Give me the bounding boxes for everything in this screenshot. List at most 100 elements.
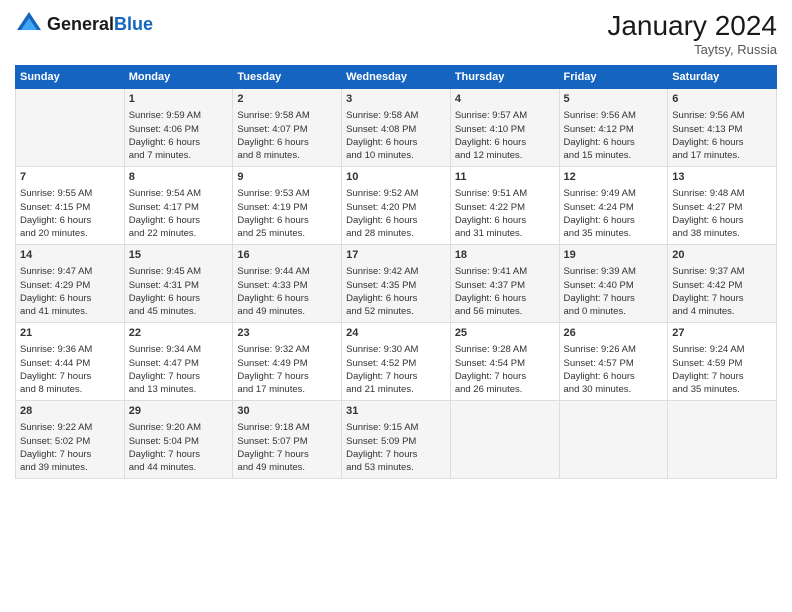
calendar-cell: 22Sunrise: 9:34 AMSunset: 4:47 PMDayligh… [124,323,233,401]
calendar-cell: 23Sunrise: 9:32 AMSunset: 4:49 PMDayligh… [233,323,342,401]
calendar-cell: 19Sunrise: 9:39 AMSunset: 4:40 PMDayligh… [559,245,668,323]
day-number: 11 [455,170,555,185]
day-info: Sunset: 4:52 PM [346,357,446,370]
day-info: Sunset: 4:24 PM [564,201,664,214]
day-number: 26 [564,326,664,341]
location: Taytsy, Russia [607,42,777,57]
calendar-cell: 1Sunrise: 9:59 AMSunset: 4:06 PMDaylight… [124,89,233,167]
day-info: Daylight: 7 hours [346,370,446,383]
day-number: 3 [346,92,446,107]
day-info: Sunset: 4:08 PM [346,123,446,136]
calendar-cell: 21Sunrise: 9:36 AMSunset: 4:44 PMDayligh… [16,323,125,401]
calendar-cell: 8Sunrise: 9:54 AMSunset: 4:17 PMDaylight… [124,167,233,245]
day-info: Sunset: 4:20 PM [346,201,446,214]
day-info: Daylight: 7 hours [20,448,120,461]
day-info: Sunrise: 9:26 AM [564,343,664,356]
day-info: Sunset: 4:19 PM [237,201,337,214]
day-info: and 28 minutes. [346,227,446,240]
calendar-cell: 10Sunrise: 9:52 AMSunset: 4:20 PMDayligh… [342,167,451,245]
col-thursday: Thursday [450,66,559,89]
day-number: 21 [20,326,120,341]
day-info: Sunrise: 9:58 AM [346,109,446,122]
day-number: 14 [20,248,120,263]
day-number: 4 [455,92,555,107]
day-info: Sunrise: 9:48 AM [672,187,772,200]
day-info: Sunset: 4:29 PM [20,279,120,292]
day-number: 29 [129,404,229,419]
day-info: Sunrise: 9:36 AM [20,343,120,356]
day-number: 13 [672,170,772,185]
day-number: 24 [346,326,446,341]
day-number: 2 [237,92,337,107]
day-info: Daylight: 7 hours [129,448,229,461]
day-info: and 53 minutes. [346,461,446,474]
calendar-cell: 7Sunrise: 9:55 AMSunset: 4:15 PMDaylight… [16,167,125,245]
calendar-cell: 30Sunrise: 9:18 AMSunset: 5:07 PMDayligh… [233,401,342,479]
calendar-cell: 15Sunrise: 9:45 AMSunset: 4:31 PMDayligh… [124,245,233,323]
calendar-cell: 26Sunrise: 9:26 AMSunset: 4:57 PMDayligh… [559,323,668,401]
day-number: 22 [129,326,229,341]
day-info: Sunrise: 9:18 AM [237,421,337,434]
day-info: and 21 minutes. [346,383,446,396]
day-info: Sunrise: 9:37 AM [672,265,772,278]
day-info: Sunrise: 9:24 AM [672,343,772,356]
col-wednesday: Wednesday [342,66,451,89]
day-number: 6 [672,92,772,107]
day-info: Sunrise: 9:49 AM [564,187,664,200]
day-info: Daylight: 6 hours [237,136,337,149]
day-info: and 8 minutes. [20,383,120,396]
month-title: January 2024 [607,10,777,42]
day-info: Daylight: 7 hours [237,448,337,461]
day-number: 16 [237,248,337,263]
day-number: 27 [672,326,772,341]
day-info: Sunrise: 9:42 AM [346,265,446,278]
day-info: and 31 minutes. [455,227,555,240]
day-info: and 30 minutes. [564,383,664,396]
day-number: 10 [346,170,446,185]
day-info: and 25 minutes. [237,227,337,240]
logo-blue-text: Blue [114,14,153,34]
calendar-cell: 16Sunrise: 9:44 AMSunset: 4:33 PMDayligh… [233,245,342,323]
day-info: Sunrise: 9:41 AM [455,265,555,278]
day-info: Daylight: 7 hours [129,370,229,383]
day-info: and 38 minutes. [672,227,772,240]
day-info: Sunset: 5:04 PM [129,435,229,448]
day-info: and 8 minutes. [237,149,337,162]
day-info: and 17 minutes. [237,383,337,396]
calendar-cell: 31Sunrise: 9:15 AMSunset: 5:09 PMDayligh… [342,401,451,479]
day-info: Sunrise: 9:54 AM [129,187,229,200]
day-info: and 41 minutes. [20,305,120,318]
day-info: Daylight: 6 hours [346,214,446,227]
day-info: Daylight: 6 hours [346,292,446,305]
day-info: and 13 minutes. [129,383,229,396]
day-info: Sunrise: 9:51 AM [455,187,555,200]
day-number: 19 [564,248,664,263]
col-saturday: Saturday [668,66,777,89]
day-info: and 20 minutes. [20,227,120,240]
day-info: Sunrise: 9:59 AM [129,109,229,122]
day-info: Sunrise: 9:30 AM [346,343,446,356]
calendar-cell: 25Sunrise: 9:28 AMSunset: 4:54 PMDayligh… [450,323,559,401]
calendar-cell [450,401,559,479]
logo-wordmark: GeneralBlue [47,15,153,33]
day-number: 15 [129,248,229,263]
day-info: Sunset: 4:17 PM [129,201,229,214]
calendar-cell: 3 Sunrise: 9:58 AMSunset: 4:08 PMDaylight… [342,89,451,167]
calendar-cell: 13Sunrise: 9:48 AMSunset: 4:27 PMDayligh… [668,167,777,245]
day-info: and 35 minutes. [564,227,664,240]
day-info: Sunset: 4:31 PM [129,279,229,292]
header: GeneralBlue January 2024 Taytsy, Russia [15,10,777,57]
day-info: Daylight: 6 hours [346,136,446,149]
day-info: Sunrise: 9:34 AM [129,343,229,356]
day-info: Sunrise: 9:53 AM [237,187,337,200]
day-info: Sunset: 4:44 PM [20,357,120,370]
calendar-cell: 18Sunrise: 9:41 AMSunset: 4:37 PMDayligh… [450,245,559,323]
col-monday: Monday [124,66,233,89]
calendar-header-row: Sunday Monday Tuesday Wednesday Thursday… [16,66,777,89]
day-info: and 15 minutes. [564,149,664,162]
day-info: and 4 minutes. [672,305,772,318]
day-info: Daylight: 7 hours [672,370,772,383]
day-info: Sunset: 4:13 PM [672,123,772,136]
day-info: and 49 minutes. [237,305,337,318]
day-info: Sunrise: 9:57 AM [455,109,555,122]
